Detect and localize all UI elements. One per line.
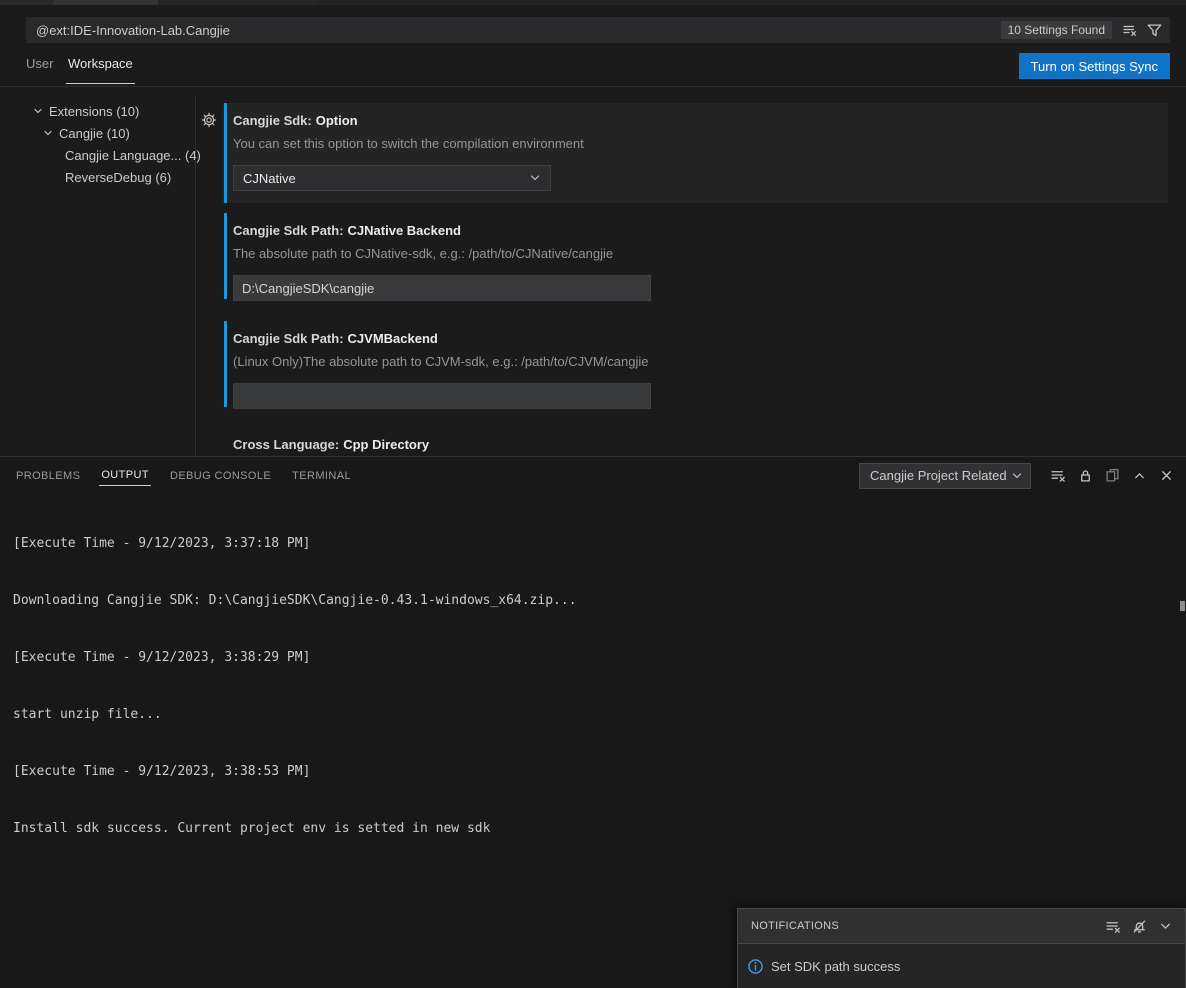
toc-item-cangjie[interactable]: Cangjie (10) [0, 122, 195, 144]
clear-output-icon[interactable] [1048, 466, 1068, 486]
setting-key: CJNative Backend [348, 223, 461, 238]
toc-item-reversedebug[interactable]: ReverseDebug (6) [0, 166, 195, 188]
setting-row-sdk-option[interactable]: Cangjie Sdk: Option You can set this opti… [222, 103, 1168, 203]
chevron-down-icon [1010, 469, 1024, 483]
settings-toc: Extensions (10) Cangjie (10) Cangjie Lan… [0, 100, 195, 188]
maximize-panel-icon[interactable] [1129, 466, 1149, 486]
setting-key: CJVMBackend [348, 331, 438, 346]
toc-item-label: Cangjie Language... (4) [65, 148, 201, 163]
settings-search-bar[interactable]: @ext:IDE-Innovation-Lab.Cangjie 10 Setti… [26, 17, 1170, 43]
tab-strip-segment [158, 0, 317, 5]
vscode-settings-window: @ext:IDE-Innovation-Lab.Cangjie 10 Setti… [0, 0, 1186, 988]
lock-auto-scroll-icon[interactable] [1075, 466, 1095, 486]
notification-message: Set SDK path success [771, 959, 900, 974]
output-line: Downloading Cangjie SDK: D:\CangjieSDK\C… [13, 591, 1173, 610]
tab-user[interactable]: User [26, 56, 53, 84]
output-line: [Execute Time - 9/12/2023, 3:38:29 PM] [13, 648, 1173, 667]
setting-title: Cangjie Sdk Path: CJVMBackend [233, 331, 1154, 349]
do-not-disturb-bell-icon[interactable] [1129, 916, 1149, 936]
tab-workspace[interactable]: Workspace [66, 56, 135, 84]
toc-item-cangjie-language[interactable]: Cangjie Language... (4) [0, 144, 195, 166]
turn-on-settings-sync-button[interactable]: Turn on Settings Sync [1019, 53, 1170, 79]
select-value: CJNative [243, 171, 296, 186]
panel-header: PROBLEMS OUTPUT DEBUG CONSOLE TERMINAL C… [0, 457, 1186, 494]
setting-category: Cangjie Sdk: [233, 113, 312, 128]
panel-tabs: PROBLEMS OUTPUT DEBUG CONSOLE TERMINAL [14, 457, 370, 494]
toc-item-label: Cangjie (10) [59, 126, 130, 141]
setting-title: Cangjie Sdk: Option [233, 113, 1154, 131]
results-count-badge: 10 Settings Found [1001, 21, 1112, 39]
notifications-center: NOTIFICATIONS [737, 908, 1186, 988]
notifications-title: NOTIFICATIONS [751, 920, 839, 932]
modified-indicator [224, 213, 227, 299]
setting-description: The absolute path to CJNative-sdk, e.g.:… [233, 246, 1154, 264]
tab-terminal[interactable]: TERMINAL [290, 466, 353, 486]
output-line: [Execute Time - 9/12/2023, 3:37:18 PM] [13, 534, 1173, 553]
clear-search-icon[interactable] [1120, 20, 1140, 40]
editor-tab-strip [0, 0, 1186, 5]
setting-row-cross-language-cpp[interactable]: Cross Language: Cpp Directory [222, 427, 1168, 456]
chevron-down-icon[interactable] [31, 104, 45, 118]
setting-category: Cross Language: [233, 437, 339, 452]
settings-scope-row: User Workspace Turn on Settings Sync [0, 44, 1186, 87]
notifications-header: NOTIFICATIONS [738, 909, 1185, 944]
setting-key: Option [316, 113, 358, 128]
filter-icon[interactable] [1144, 20, 1164, 40]
clear-all-notifications-icon[interactable] [1103, 916, 1123, 936]
setting-key: Cpp Directory [343, 437, 429, 452]
toc-item-label: ReverseDebug (6) [65, 170, 171, 185]
modified-indicator [224, 103, 227, 203]
setting-row-sdk-path-cjnative[interactable]: Cangjie Sdk Path: CJNative Backend The ab… [222, 213, 1168, 311]
toc-item-label: Extensions (10) [49, 104, 139, 119]
tab-strip-segment [0, 0, 53, 5]
modified-indicator [224, 321, 227, 407]
output-log[interactable]: [Execute Time - 9/12/2023, 3:37:18 PM] D… [13, 496, 1173, 876]
tab-output[interactable]: OUTPUT [99, 465, 151, 486]
sdk-option-select[interactable]: CJNative [233, 165, 551, 191]
sdk-path-cjnative-input[interactable] [233, 275, 651, 301]
setting-category: Cangjie Sdk Path: [233, 331, 344, 346]
collapse-notifications-icon[interactable] [1155, 916, 1175, 936]
close-panel-icon[interactable] [1156, 466, 1176, 486]
setting-row-sdk-path-cjvm[interactable]: Cangjie Sdk Path: CJVMBackend (Linux Only… [222, 321, 1168, 419]
notification-item[interactable]: Set SDK path success [738, 944, 1185, 988]
setting-title: Cangjie Sdk Path: CJNative Backend [233, 223, 1154, 241]
setting-category: Cangjie Sdk Path: [233, 223, 344, 238]
select-value: Cangjie Project Related [870, 468, 1007, 483]
output-line: Install sdk success. Current project env… [13, 819, 1173, 838]
tab-debug-console[interactable]: DEBUG CONSOLE [168, 466, 273, 486]
search-input[interactable]: @ext:IDE-Innovation-Lab.Cangjie [36, 23, 230, 38]
open-output-in-editor-icon[interactable] [1102, 466, 1122, 486]
info-icon [747, 958, 764, 975]
setting-gear-icon[interactable] [201, 112, 217, 128]
settings-list: Cangjie Sdk: Option You can set this opti… [222, 88, 1168, 456]
output-channel-select[interactable]: Cangjie Project Related [859, 463, 1031, 489]
setting-description: You can set this option to switch the co… [233, 136, 1154, 154]
settings-body: Extensions (10) Cangjie (10) Cangjie Lan… [0, 88, 1186, 456]
setting-title: Cross Language: Cpp Directory [233, 437, 1154, 455]
toc-item-extensions[interactable]: Extensions (10) [0, 100, 195, 122]
panel-actions: Cangjie Project Related [859, 457, 1176, 494]
tab-strip-segment [53, 0, 158, 5]
setting-description: (Linux Only)The absolute path to CJVM-sd… [233, 354, 1154, 372]
output-line: [Execute Time - 9/12/2023, 3:38:53 PM] [13, 762, 1173, 781]
scrollbar-thumb[interactable] [1180, 601, 1185, 611]
chevron-down-icon [528, 171, 542, 185]
tab-problems[interactable]: PROBLEMS [14, 466, 82, 486]
sdk-path-cjvm-input[interactable] [233, 383, 651, 409]
output-line: start unzip file... [13, 705, 1173, 724]
chevron-down-icon[interactable] [41, 126, 55, 140]
